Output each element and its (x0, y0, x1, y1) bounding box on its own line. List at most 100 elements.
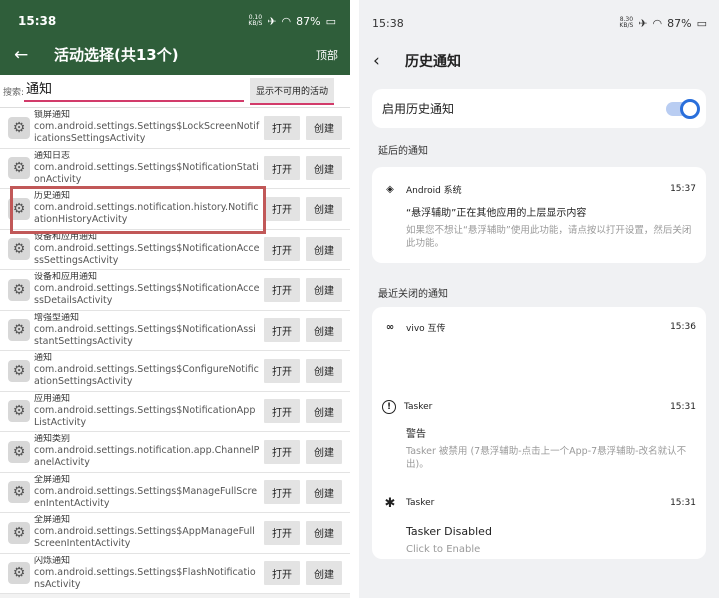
settings-gear-icon: ⚙ (8, 197, 30, 220)
open-button[interactable]: 打开 (264, 561, 300, 586)
dismissed-item[interactable]: ! Tasker 15:31 警告 Tasker 被禁用 (7悬浮辅助-点击上一… (382, 397, 696, 493)
search-row: 搜索: 通知 显示不可用的活动 (0, 75, 350, 108)
activity-row[interactable]: ⚙ 通知日志 com.android.settings.Settings$Notif… (0, 148, 350, 189)
activity-row[interactable]: ⚙ 历史通知 com.android.settings.notification.h… (0, 189, 350, 230)
notification-app: Tasker (404, 402, 433, 412)
net-speed: 0.10 KB/S (248, 14, 263, 27)
settings-gear-icon: ⚙ (8, 440, 30, 463)
create-button[interactable]: 创建 (306, 237, 342, 262)
dismissed-item[interactable]: ∞ vivo 互传 15:36 (382, 317, 696, 397)
notification-app: Tasker (406, 498, 435, 508)
activity-text: 锁屏通知 com.android.settings.Settings$LockSc… (34, 110, 260, 145)
battery-level: 87% (296, 14, 321, 28)
activity-text: 通知 com.android.settings.Settings$Configur… (34, 353, 260, 388)
create-button[interactable]: 创建 (306, 115, 342, 140)
history-toggle-card[interactable]: 启用历史通知 (372, 89, 706, 128)
create-button[interactable]: 创建 (306, 520, 342, 545)
create-button[interactable]: 创建 (306, 399, 342, 424)
activity-row[interactable]: ⚙ 锁屏通知 com.android.settings.Settings$LockS… (0, 108, 350, 149)
open-button[interactable]: 打开 (264, 520, 300, 545)
activity-class: com.android.settings.Settings$ConfigureN… (34, 364, 259, 388)
activity-row[interactable]: ⚙ 全屏通知 com.android.settings.Settings$AppMa… (0, 513, 350, 554)
activity-row[interactable]: ⚙ 通知类别 com.android.settings.notification.a… (0, 432, 350, 473)
dismissed-header: 最近关闭的通知 (378, 289, 448, 300)
battery-icon: ▭ (325, 14, 336, 28)
show-unavailable-button[interactable]: 显示不可用的活动 (250, 77, 335, 105)
activity-row[interactable]: ⚙ 应用通知 com.android.settings.Settings$Notif… (0, 391, 350, 432)
activity-class: com.android.settings.Settings$FlashNotif… (34, 566, 256, 590)
activity-list: ⚙ 锁屏通知 com.android.settings.Settings$LockS… (0, 108, 350, 594)
airplane-icon: ✈ (267, 14, 277, 28)
create-button[interactable]: 创建 (306, 439, 342, 464)
activity-name: 锁屏通知 (34, 110, 71, 121)
back-arrow-icon[interactable]: ← (14, 45, 42, 65)
activity-text: 应用通知 com.android.settings.Settings$Notifi… (34, 394, 260, 429)
activity-picker-screen: 15:38 0.10 KB/S ✈ ◠ 87% ▭ ← 活动选择(共13个) 顶… (0, 0, 350, 598)
activity-class: com.android.settings.notification.app.Ch… (34, 445, 260, 469)
open-button[interactable]: 打开 (264, 277, 300, 302)
wifi-icon: ◠ (652, 16, 663, 30)
activity-class: com.android.settings.Settings$Notificati… (34, 323, 256, 347)
activity-text: 历史通知 com.android.settings.notification.hi… (34, 191, 260, 226)
create-button[interactable]: 创建 (306, 196, 342, 221)
vivo-share-icon: ∞ (385, 321, 395, 333)
notification-time: 15:37 (670, 184, 696, 194)
activity-row[interactable]: ⚙ 增强型通知 com.android.settings.Settings$Noti… (0, 310, 350, 351)
activity-row[interactable]: ⚙ 全屏通知 com.android.settings.Settings$Manag… (0, 472, 350, 513)
activity-name: 设备和应用通知 (34, 272, 98, 283)
create-button[interactable]: 创建 (306, 358, 342, 383)
activity-row[interactable]: ⚙ 闪烁通知 com.android.settings.Settings$Flash… (0, 553, 350, 594)
history-toggle-label: 启用历史通知 (382, 102, 455, 116)
activity-text: 通知类别 com.android.settings.notification.ap… (34, 434, 260, 469)
open-button[interactable]: 打开 (264, 480, 300, 505)
activity-row[interactable]: ⚙ 通知 com.android.settings.Settings$Configu… (0, 351, 350, 392)
notification-title: Tasker Disabled (406, 525, 492, 538)
app-bar: ← 活动选择(共13个) 顶部 (0, 42, 350, 75)
activity-row[interactable]: ⚙ 设备和应用通知 com.android.settings.Settings$No… (0, 270, 350, 311)
create-button[interactable]: 创建 (306, 480, 342, 505)
activity-class: com.android.settings.Settings$LockScreen… (34, 121, 260, 145)
create-button[interactable]: 创建 (306, 277, 342, 302)
open-button[interactable]: 打开 (264, 156, 300, 181)
settings-gear-icon: ⚙ (8, 116, 30, 139)
settings-gear-icon: ⚙ (8, 481, 30, 504)
activity-class: com.android.settings.Settings$ManageFull… (34, 485, 258, 509)
notification-body: 如果您不想让“悬浮辅助”使用此功能，请点按以打开设置，然后关闭此功能。 (406, 225, 692, 249)
notification-time: 15:36 (670, 322, 696, 332)
status-time: 15:38 (372, 16, 404, 30)
android-system-icon: ◈ (386, 183, 394, 195)
activity-class: com.android.settings.Settings$AppManageF… (34, 526, 255, 550)
snoozed-header: 延后的通知 (378, 146, 428, 157)
open-button[interactable]: 打开 (264, 237, 300, 262)
activity-name: 通知日志 (34, 150, 71, 161)
notification-time: 15:31 (670, 402, 696, 412)
notification-title: 警告 (406, 429, 426, 440)
app-bar-right: ‹ 历史通知 (359, 46, 719, 76)
activity-text: 通知日志 com.android.settings.Settings$Notifi… (34, 151, 260, 186)
settings-gear-icon: ⚙ (8, 278, 30, 301)
snoozed-notification[interactable]: ◈ Android 系统 15:37 “悬浮辅助”正在其他应用的上层显示内容 如… (372, 167, 706, 263)
notification-time: 15:31 (670, 498, 696, 508)
activity-name: 全屏通知 (34, 474, 71, 485)
create-button[interactable]: 创建 (306, 156, 342, 181)
airplane-icon: ✈ (638, 16, 648, 30)
activity-text: 闪烁通知 com.android.settings.Settings$FlashN… (34, 556, 260, 591)
open-button[interactable]: 打开 (264, 439, 300, 464)
open-button[interactable]: 打开 (264, 196, 300, 221)
back-chevron-icon[interactable]: ‹ (373, 51, 395, 71)
open-button[interactable]: 打开 (264, 115, 300, 140)
open-button[interactable]: 打开 (264, 399, 300, 424)
history-toggle-switch[interactable] (666, 98, 700, 119)
search-input[interactable]: 通知 (24, 80, 245, 102)
open-button[interactable]: 打开 (264, 358, 300, 383)
create-button[interactable]: 创建 (306, 318, 342, 343)
activity-text: 增强型通知 com.android.settings.Settings$Notif… (34, 313, 260, 348)
battery-icon: ▭ (696, 16, 707, 30)
create-button[interactable]: 创建 (306, 561, 342, 586)
open-button[interactable]: 打开 (264, 318, 300, 343)
dismissed-notifications-card: ∞ vivo 互传 15:36 ! Tasker 15:31 警告 Tasker… (372, 307, 706, 559)
dismissed-item[interactable]: ✱ Tasker 15:31 Tasker Disabled Click to … (382, 493, 696, 563)
activity-row[interactable]: ⚙ 设备和应用通知 com.android.settings.Settings$No… (0, 229, 350, 270)
scroll-top-button[interactable]: 顶部 (316, 47, 338, 63)
notification-history-screen: 15:38 8.30 KB/S ✈ ◠ 87% ▭ ‹ 历史通知 启用历史通知 … (353, 0, 719, 598)
